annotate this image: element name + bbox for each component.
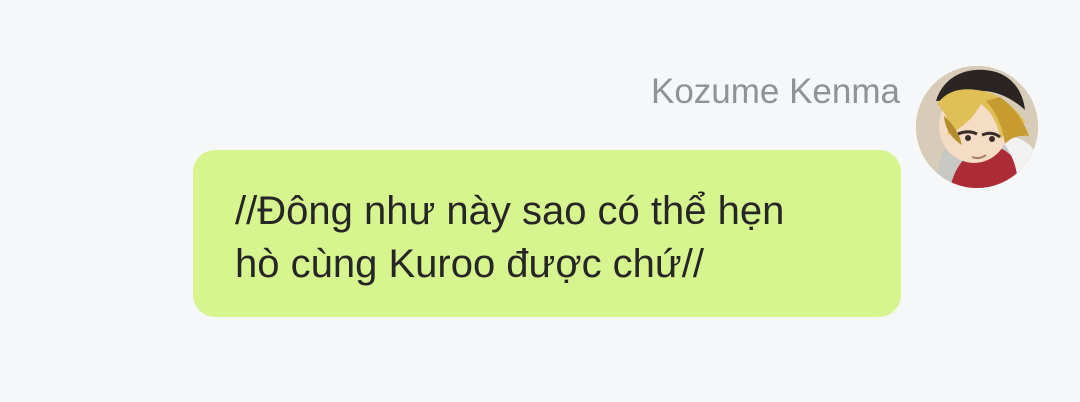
- chat-area: Kozume Kenma //Đông như này sao có thể h…: [0, 0, 1080, 402]
- avatar[interactable]: [916, 66, 1038, 188]
- message-bubble[interactable]: //Đông như này sao có thể hẹn hò cùng Ku…: [193, 150, 901, 317]
- kenma-avatar-icon: [916, 66, 1038, 188]
- message-text: //Đông như này sao có thể hẹn hò cùng Ku…: [235, 189, 785, 286]
- sender-name: Kozume Kenma: [650, 72, 900, 111]
